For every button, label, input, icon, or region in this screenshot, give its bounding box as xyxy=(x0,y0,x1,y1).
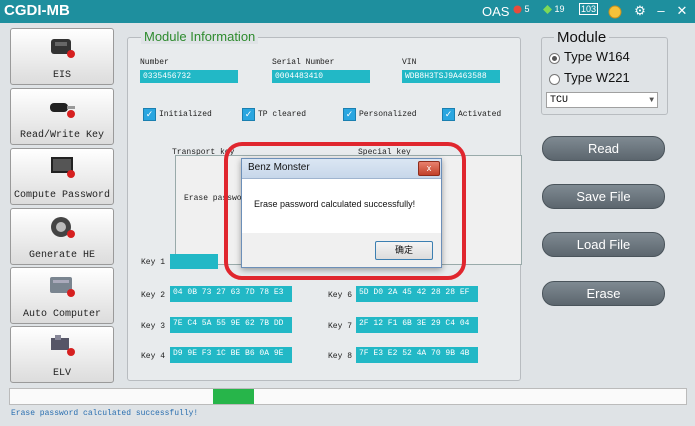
steering-lock-icon xyxy=(51,217,75,238)
activated-checkbox[interactable]: ✓ xyxy=(442,108,455,121)
number-label: Number xyxy=(140,58,169,67)
read-button[interactable]: Read xyxy=(542,136,665,161)
personalized-checkbox[interactable]: ✓ xyxy=(343,108,356,121)
nav-label: Compute Password xyxy=(13,190,110,201)
status-counter-3: 103 xyxy=(579,3,599,15)
personalized-label: Personalized xyxy=(359,110,417,119)
status-value-1: 5 xyxy=(524,4,530,14)
progress-bar xyxy=(9,388,687,405)
key-7-label: Key 7 xyxy=(328,322,353,331)
type-w221-label: Type W221 xyxy=(564,70,630,85)
key-3-label: Key 3 xyxy=(141,322,166,331)
key-4-field[interactable]: D9 9E F3 1C BE B6 0A 9E xyxy=(170,347,292,363)
serial-number-label: Serial Number xyxy=(272,58,335,67)
close-button[interactable]: ✕ xyxy=(674,3,690,19)
nav-eis-button[interactable]: EIS xyxy=(10,28,114,85)
status-value-2: 19 xyxy=(554,4,565,14)
gem-icon xyxy=(543,5,552,15)
title-bar: CGDI-MB OAS 5 19 103 ⚙ – ✕ xyxy=(0,0,695,23)
nav-label: Generate HE xyxy=(28,250,95,261)
module-type-select-value: TCU xyxy=(550,95,569,106)
minimize-button[interactable]: – xyxy=(653,3,669,19)
oas-label: OAS xyxy=(482,4,510,19)
monitor-icon xyxy=(51,157,75,178)
key-2-field[interactable]: 04 0B 73 27 63 7D 78 E3 xyxy=(170,286,292,302)
car-key-icon xyxy=(50,103,75,118)
activated-label: Activated xyxy=(458,110,502,119)
steering-lock-unit-icon xyxy=(51,335,75,356)
type-w164-radio[interactable] xyxy=(549,53,560,64)
settings-icon[interactable]: ⚙ xyxy=(632,3,648,19)
nav-label: EIS xyxy=(52,70,71,81)
initialized-checkbox[interactable]: ✓ xyxy=(143,108,156,121)
save-file-button[interactable]: Save File xyxy=(542,184,665,209)
number-field[interactable]: 0335456732 xyxy=(140,70,238,83)
key-4-label: Key 4 xyxy=(141,352,166,361)
nav-label: Read/Write Key xyxy=(19,130,104,141)
key-1-label: Key 1 xyxy=(141,258,166,267)
load-file-button[interactable]: Load File xyxy=(542,232,665,257)
nav-compute-password-button[interactable]: Compute Password xyxy=(10,148,114,205)
initialized-label: Initialized xyxy=(159,110,212,119)
key-6-label: Key 6 xyxy=(328,291,353,300)
type-w164-label: Type W164 xyxy=(564,49,630,64)
key-6-field[interactable]: 5D D0 2A 45 42 28 28 EF xyxy=(356,286,478,302)
key-1-field[interactable] xyxy=(170,254,218,269)
highlight-annotation xyxy=(224,142,466,280)
key-3-field[interactable]: 7E C4 5A 55 9E 62 7B DD xyxy=(170,317,292,333)
key-2-label: Key 2 xyxy=(141,291,166,300)
key-7-field[interactable]: 2F 12 F1 6B 3E 29 C4 04 xyxy=(356,317,478,333)
chevron-down-icon: ▼ xyxy=(649,96,654,105)
nav-generate-he-button[interactable]: Generate HE xyxy=(10,208,114,265)
ecu-icon xyxy=(50,277,75,297)
nav-auto-computer-button[interactable]: Auto Computer xyxy=(10,267,114,324)
nav-label: ELV xyxy=(52,368,71,379)
app-title: CGDI-MB xyxy=(4,2,70,19)
erase-button[interactable]: Erase xyxy=(542,281,665,306)
module-info-title: Module Information xyxy=(141,29,259,44)
status-counter-1: 5 xyxy=(513,4,530,14)
heart-icon xyxy=(513,5,522,14)
vin-field[interactable]: WDB8H3TSJ9A463588 xyxy=(402,70,500,83)
type-w221-radio[interactable] xyxy=(549,74,560,85)
progress-fill xyxy=(213,389,254,404)
medal-icon xyxy=(608,5,622,19)
vin-label: VIN xyxy=(402,58,417,67)
nav-read-write-key-button[interactable]: Read/Write Key xyxy=(10,88,114,145)
tp-cleared-label: TP cleared xyxy=(258,110,307,119)
status-counter-2: 19 xyxy=(543,4,565,15)
status-text: Erase password calculated successfully! xyxy=(11,409,199,418)
key-8-label: Key 8 xyxy=(328,352,353,361)
nav-label: Auto Computer xyxy=(22,309,101,320)
module-legend: Module xyxy=(554,29,610,46)
serial-number-field[interactable]: 0004483410 xyxy=(272,70,370,83)
eis-module-icon xyxy=(51,39,75,58)
key-8-field[interactable]: 7F E3 E2 52 4A 70 9B 4B xyxy=(356,347,478,363)
module-type-select[interactable]: TCU ▼ xyxy=(546,92,658,108)
nav-elv-button[interactable]: ELV xyxy=(10,326,114,383)
tp-cleared-checkbox[interactable]: ✓ xyxy=(242,108,255,121)
status-value-3: 103 xyxy=(579,3,599,15)
